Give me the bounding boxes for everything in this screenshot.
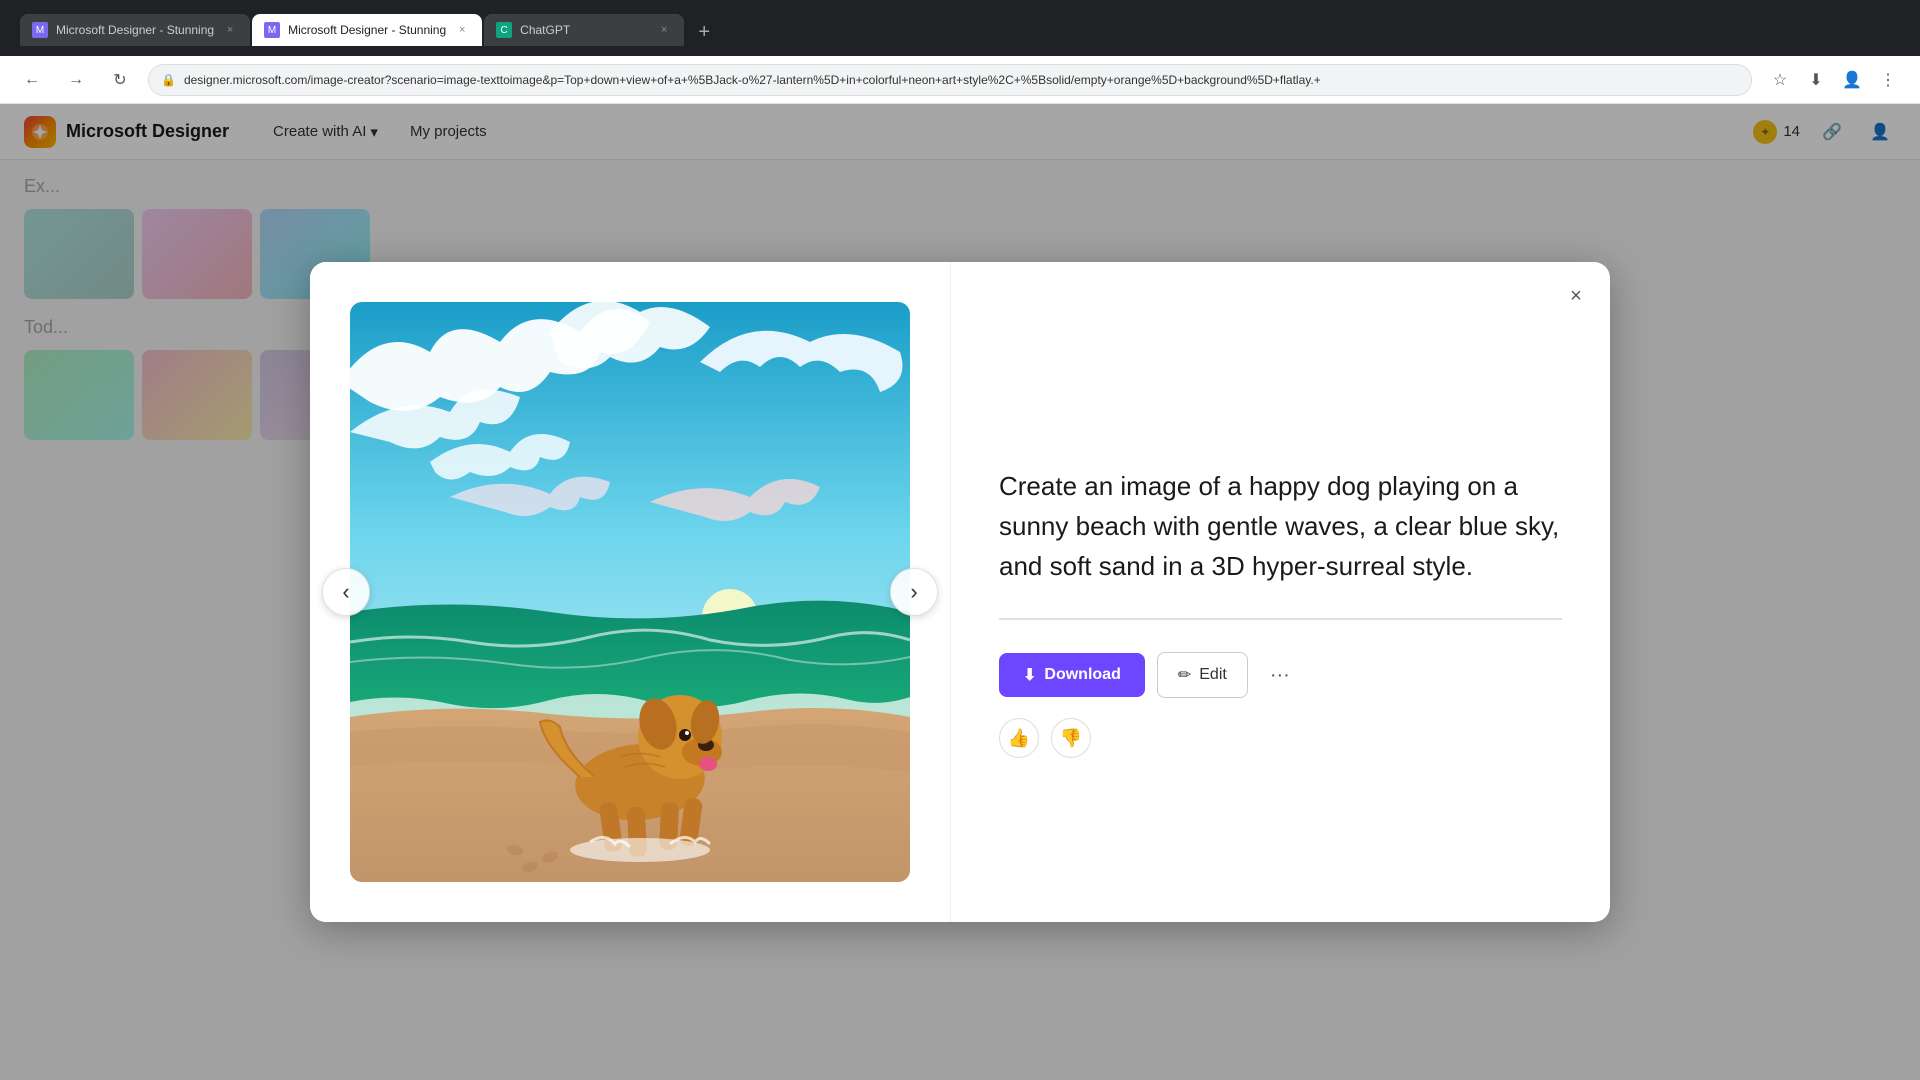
browser-actions: ☆ ⬇ 👤 ⋮	[1764, 64, 1904, 96]
profile-button[interactable]: 👤	[1836, 64, 1868, 96]
address-bar[interactable]: 🔒 designer.microsoft.com/image-creator?s…	[148, 64, 1752, 96]
more-icon: ···	[1270, 664, 1290, 687]
thumbs-up-icon: 👍	[1008, 728, 1030, 749]
thumbs-up-button[interactable]: 👍	[999, 718, 1039, 758]
thumbs-down-button[interactable]: 👎	[1051, 718, 1091, 758]
modal-info-panel: Create an image of a happy dog playing o…	[950, 262, 1610, 922]
modal-close-button[interactable]: ×	[1558, 278, 1594, 314]
next-image-button[interactable]: ›	[890, 568, 938, 616]
modal-overlay: × ‹	[0, 104, 1920, 1080]
prev-image-button[interactable]: ‹	[322, 568, 370, 616]
feedback-buttons: 👍 👎	[999, 718, 1562, 758]
tab-2-close[interactable]: ×	[454, 22, 470, 38]
image-detail-modal: × ‹	[310, 262, 1610, 922]
edit-label: Edit	[1199, 666, 1227, 684]
browser-chrome: M Microsoft Designer - Stunning × M Micr…	[0, 0, 1920, 56]
tab-2-favicon: M	[264, 22, 280, 38]
prompt-text: Create an image of a happy dog playing o…	[999, 466, 1562, 621]
menu-button[interactable]: ⋮	[1872, 64, 1904, 96]
url-text: designer.microsoft.com/image-creator?sce…	[184, 73, 1739, 87]
tab-1-favicon: M	[32, 22, 48, 38]
new-tab-button[interactable]: +	[690, 18, 718, 46]
back-button[interactable]: ←	[16, 64, 48, 96]
app-area: Microsoft Designer Create with AI ▾ My p…	[0, 104, 1920, 1080]
tab-1-title: Microsoft Designer - Stunning	[56, 23, 214, 37]
tab-1[interactable]: M Microsoft Designer - Stunning ×	[20, 14, 250, 46]
tab-3-close[interactable]: ×	[656, 22, 672, 38]
edit-button[interactable]: ✏ Edit	[1157, 652, 1248, 698]
tab-3[interactable]: C ChatGPT ×	[484, 14, 684, 46]
bookmark-button[interactable]: ☆	[1764, 64, 1796, 96]
modal-image-panel: ‹	[310, 262, 950, 922]
generated-image	[350, 302, 910, 882]
thumbs-down-icon: 👎	[1060, 728, 1082, 749]
tab-3-title: ChatGPT	[520, 23, 648, 37]
download-icon: ⬇	[1023, 665, 1036, 685]
address-bar-row: ← → ↻ 🔒 designer.microsoft.com/image-cre…	[0, 56, 1920, 104]
download-manager-button[interactable]: ⬇	[1800, 64, 1832, 96]
tab-2[interactable]: M Microsoft Designer - Stunning ×	[252, 14, 482, 46]
tab-3-favicon: C	[496, 22, 512, 38]
forward-button[interactable]: →	[60, 64, 92, 96]
edit-icon: ✏	[1178, 665, 1191, 685]
lock-icon: 🔒	[161, 73, 176, 87]
modal-actions: ⬇ Download ✏ Edit ···	[999, 652, 1562, 698]
download-label: Download	[1044, 666, 1120, 684]
reload-button[interactable]: ↻	[104, 64, 136, 96]
download-button[interactable]: ⬇ Download	[999, 653, 1145, 697]
tab-1-close[interactable]: ×	[222, 22, 238, 38]
tabs-bar: M Microsoft Designer - Stunning × M Micr…	[20, 10, 718, 46]
tab-2-title: Microsoft Designer - Stunning	[288, 23, 446, 37]
more-options-button[interactable]: ···	[1260, 655, 1300, 695]
